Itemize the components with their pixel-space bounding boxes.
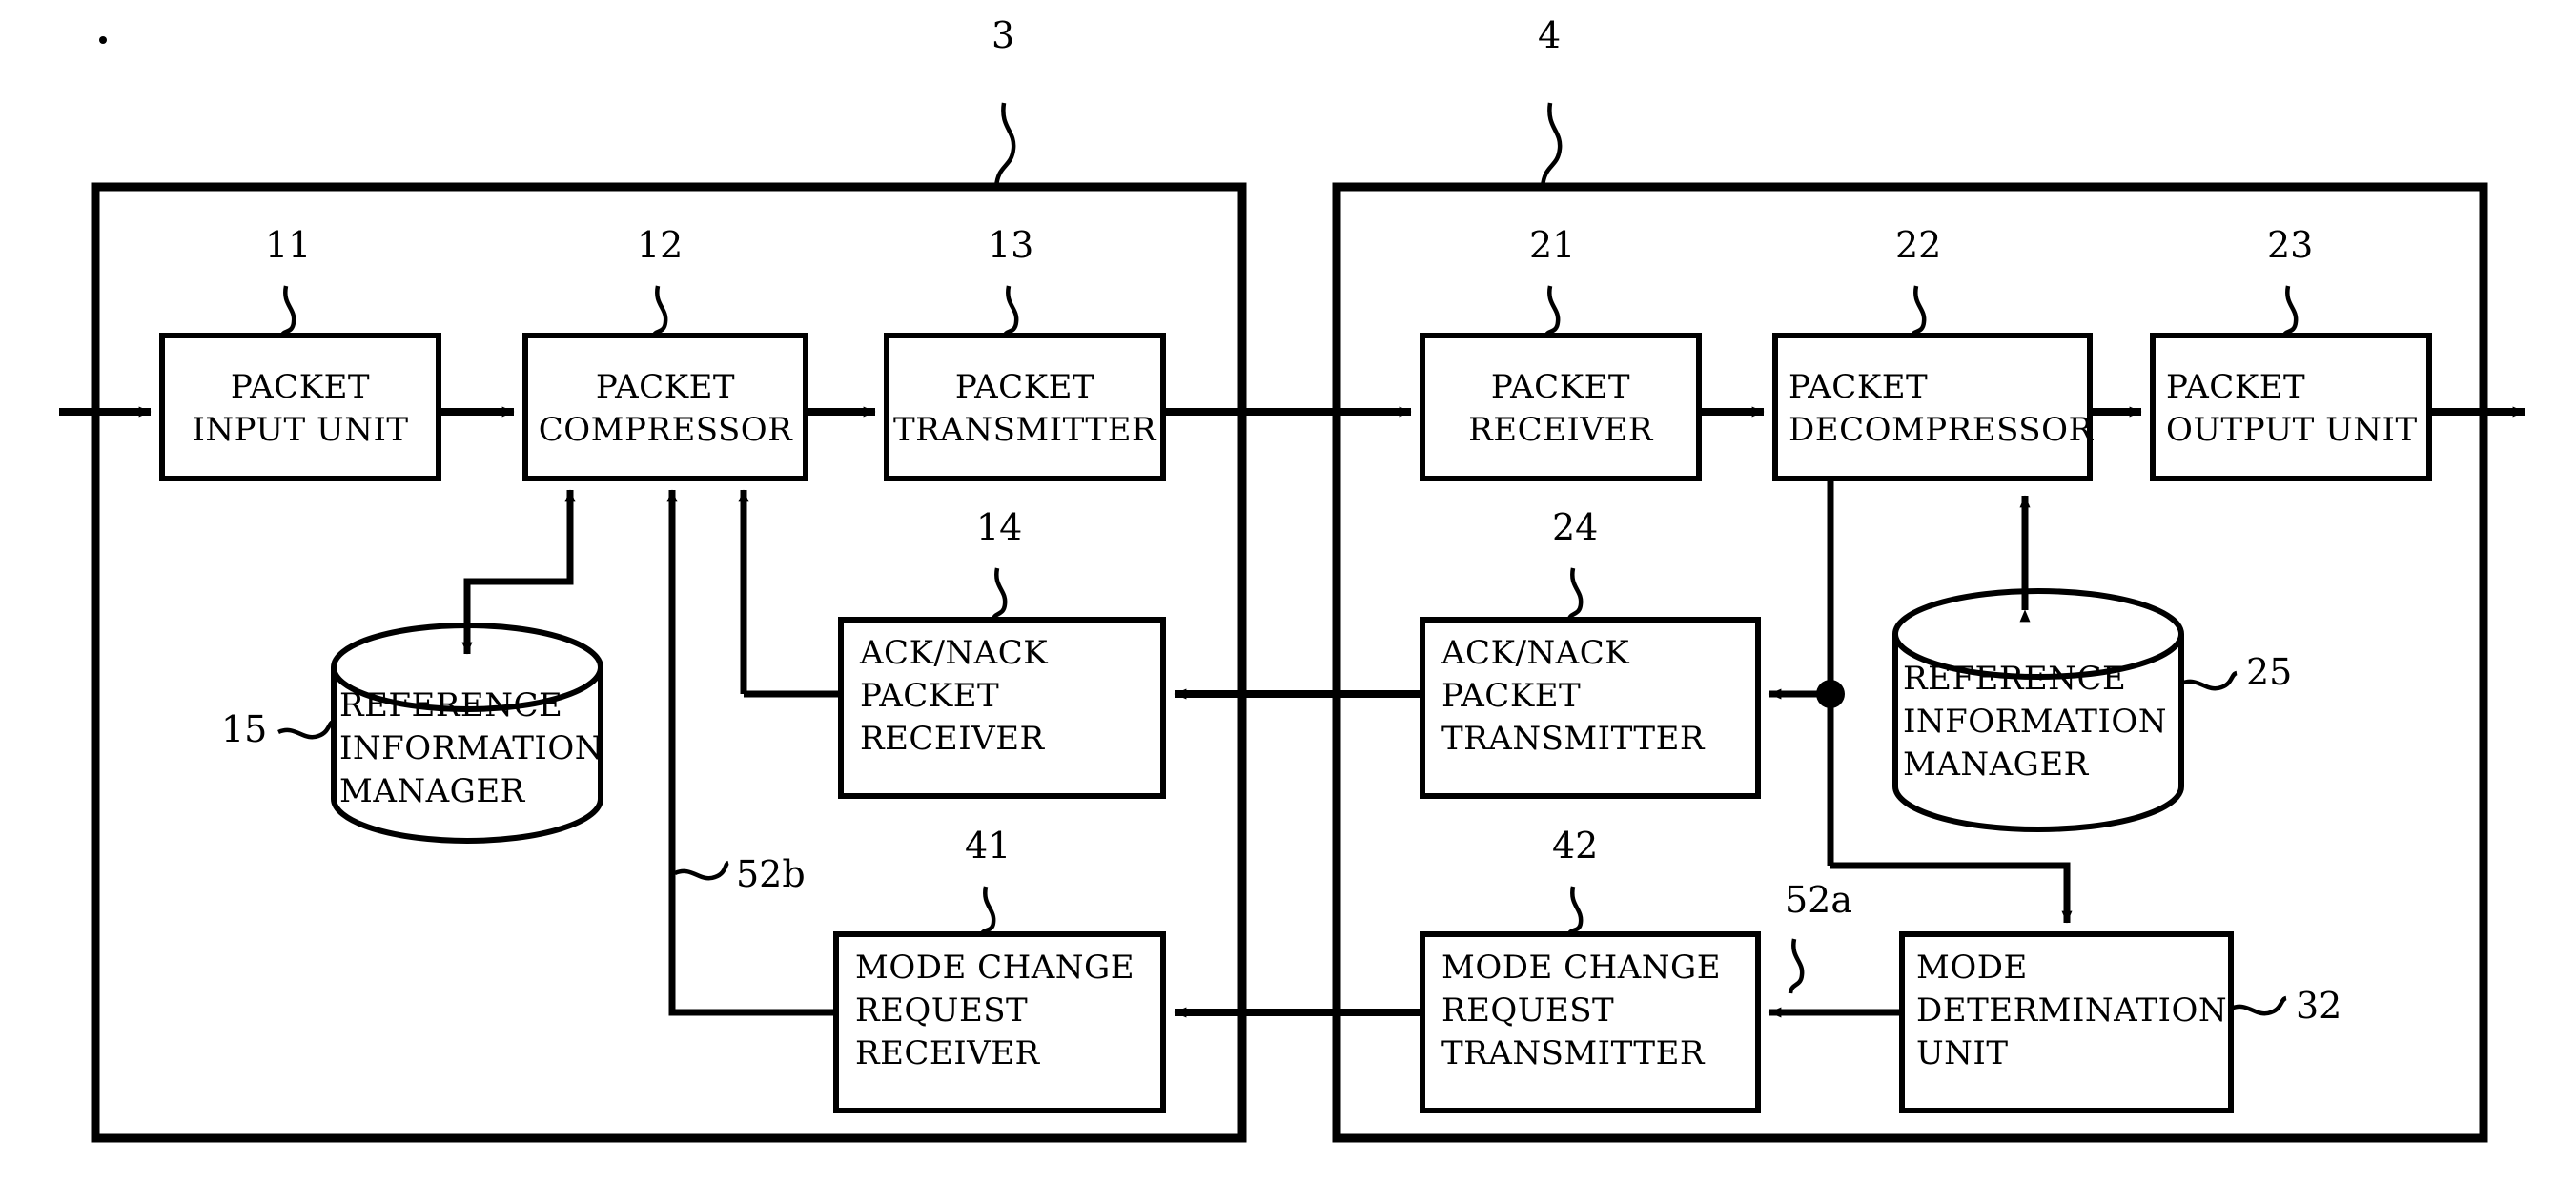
ref-number-41: 41 [965, 825, 1012, 867]
box-packet-compressor [522, 333, 808, 481]
box-mode-change-request-transmitter [1420, 931, 1761, 1113]
scan-speck [99, 36, 107, 44]
leader-ref-32 [2230, 995, 2287, 1016]
ref-number-12: 12 [637, 224, 684, 266]
leader-ref-11 [279, 285, 296, 337]
leader-ref-14 [991, 567, 1008, 621]
ref-number-32: 32 [2296, 985, 2342, 1027]
box-mode-change-request-receiver [833, 931, 1166, 1113]
leader-ref-25 [2180, 670, 2238, 691]
box-packet-output-unit [2150, 333, 2432, 481]
ref-number-24: 24 [1552, 506, 1599, 548]
box-ack-nack-packet-receiver [838, 617, 1166, 799]
leader-ref-42 [1566, 886, 1584, 935]
box-mode-determination-unit [1899, 931, 2234, 1113]
box-packet-receiver [1420, 333, 1702, 481]
box-packet-decompressor [1772, 333, 2093, 481]
leader-ref-52a [1788, 938, 1805, 994]
leader-ref-41 [979, 886, 996, 935]
ref-number-21: 21 [1529, 224, 1576, 266]
ref-number-3: 3 [992, 14, 1015, 56]
ref-number-15: 15 [221, 708, 268, 750]
cylinder-reference-information-manager-tx [331, 623, 603, 844]
leader-ref-24 [1566, 567, 1584, 621]
leader-ref-3 [993, 102, 1016, 188]
box-ack-nack-packet-transmitter [1420, 617, 1761, 799]
ref-number-42: 42 [1552, 825, 1599, 867]
flow-decompressor-to-mode-determination-unit [1830, 862, 2073, 924]
leader-ref-15 [277, 719, 335, 740]
leader-ref-22 [1910, 285, 1927, 337]
ref-number-11: 11 [265, 224, 312, 266]
cylinder-reference-information-manager-rx [1892, 588, 2184, 832]
ref-number-4: 4 [1538, 14, 1562, 56]
ref-number-22: 22 [1895, 224, 1942, 266]
box-packet-input-unit [159, 333, 441, 481]
leader-ref-52b [674, 860, 730, 881]
ref-number-52a: 52a [1785, 879, 1853, 921]
ref-number-25: 25 [2246, 651, 2293, 693]
ref-number-23: 23 [2267, 224, 2314, 266]
flow-mode-change-request-receiver-to-compressor [666, 489, 836, 1016]
ref-number-52b: 52b [736, 853, 806, 895]
leader-ref-12 [651, 285, 668, 337]
leader-ref-21 [1544, 285, 1561, 337]
leader-ref-13 [1002, 285, 1019, 337]
ref-number-14: 14 [976, 506, 1023, 548]
diagram-vector-layer [59, 36, 2525, 1143]
figure-canvas: 3 4 11 12 13 14 15 21 22 23 24 25 41 42 … [0, 0, 2576, 1184]
leader-ref-4 [1540, 102, 1563, 188]
box-packet-transmitter [884, 333, 1166, 481]
leader-ref-23 [2281, 285, 2299, 337]
ref-number-13: 13 [988, 224, 1034, 266]
junction-dot-decompressor [1816, 680, 1845, 708]
